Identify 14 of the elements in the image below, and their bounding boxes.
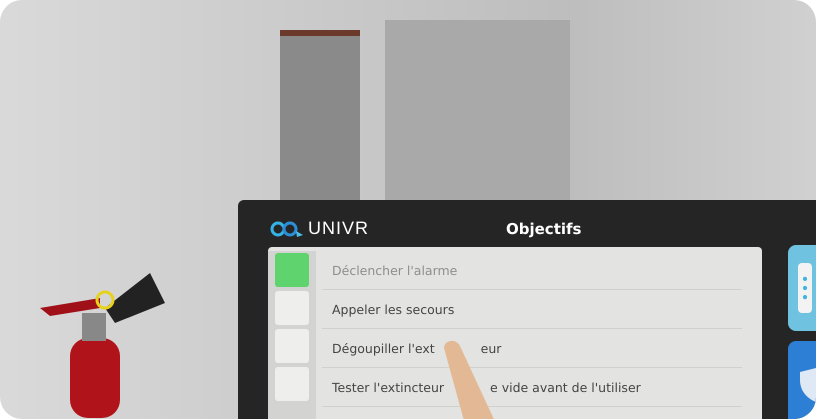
objective-text: Dégoupiller l'ext: [332, 340, 435, 356]
objective-checkbox[interactable]: [275, 291, 309, 325]
objective-text: eur: [480, 340, 502, 356]
objective-checkbox[interactable]: [275, 329, 309, 363]
dots-icon: [798, 263, 812, 313]
brand-logo-text: UNIVR: [308, 218, 370, 239]
objective-text: Tester l'extincteur: [332, 380, 444, 394]
objective-text: Appeler les secours: [332, 302, 454, 316]
objective-text: Déclencher l'alarme: [332, 262, 458, 278]
objective-checkbox[interactable]: [275, 367, 309, 401]
objective-checkbox[interactable]: [275, 253, 309, 287]
logo-icon: [270, 220, 304, 236]
objective-text: e vide avant de l'utiliser: [490, 380, 641, 394]
panel-title: Objectifs: [506, 220, 582, 238]
